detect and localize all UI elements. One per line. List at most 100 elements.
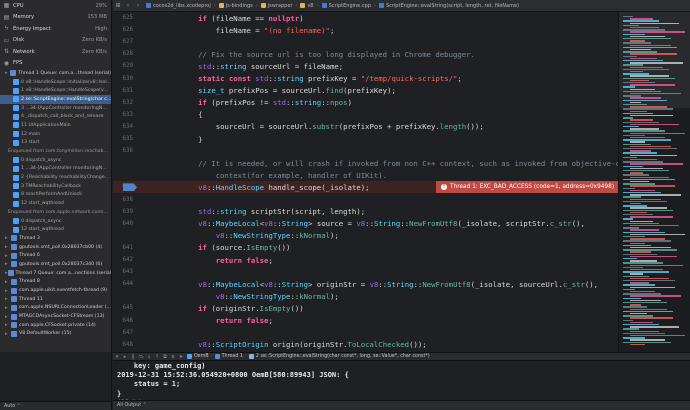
thread-item[interactable]: ▸ com.apple.uikit.eventfetch-thread (9): [0, 286, 111, 295]
queue-item[interactable]: Enqueued from com.apple.network.conn...: [0, 208, 111, 217]
thread-item[interactable]: ▸ MTAGCDAsyncSocket-CFStream (13): [0, 312, 111, 321]
stack-frame-item[interactable]: 1 v8::HandleScope::HandleScope(v...: [0, 86, 111, 95]
code-text[interactable]: v8::ScriptOrigin origin(originStr.ToLoca…: [135, 340, 618, 349]
code-text[interactable]: v8::NewStringType::kNormal);: [135, 292, 618, 301]
code-text[interactable]: fileName = "(no filename)";: [135, 26, 618, 35]
code-text[interactable]: v8::NewStringType::kNormal);: [135, 231, 618, 240]
thread-item[interactable]: ▸ com.apple.CFSocket.private (14): [0, 321, 111, 330]
code-line[interactable]: 632 if (prefixPos != std::string::npos): [113, 97, 618, 109]
gauge-fps[interactable]: ◉ FPS: [0, 58, 111, 70]
view-hierarchy-icon[interactable]: ⧉: [161, 354, 169, 360]
code-line[interactable]: 636: [113, 145, 618, 157]
stack-frame-item[interactable]: 3 TMReachabilityCallback: [0, 182, 111, 191]
code-text[interactable]: v8::MaybeLocal<v8::String> originStr = v…: [135, 280, 618, 289]
auto-filter[interactable]: Auto ⌃: [4, 404, 21, 409]
stack-frame-item[interactable]: 2 se::ScriptEngine::evalString(char c...: [0, 95, 111, 104]
code-text[interactable]: // Fix the source url is too long displa…: [135, 50, 618, 59]
stack-frame-item[interactable]: 12 main: [0, 130, 111, 139]
gauge-memory[interactable]: ▤ Memory 153 MB: [0, 12, 111, 24]
debug-breadcrumb-item[interactable]: Thread 1: [213, 354, 245, 359]
code-line[interactable]: 633 {: [113, 109, 618, 121]
step-out-icon[interactable]: ↑: [153, 354, 161, 360]
thread-item[interactable]: ▸ Thread 6: [0, 251, 111, 260]
breadcrumb-item[interactable]: ScriptEngine::evalString(script, length,…: [376, 3, 522, 9]
code-text[interactable]: context(for example, handler of UIKit).: [135, 171, 618, 180]
back-arrow-icon[interactable]: ‹: [123, 2, 133, 9]
code-text[interactable]: if (prefixPos != std::string::npos): [135, 98, 618, 107]
code-line[interactable]: 648 v8::ScriptOrigin origin(originStr.To…: [113, 339, 618, 351]
stack-frame-item[interactable]: 1 ...34-[AppController monitoringN...: [0, 165, 111, 174]
code-text[interactable]: std::string sourceUrl = fileName;: [135, 62, 618, 71]
code-text[interactable]: static const std::string prefixKey = "/t…: [135, 74, 618, 83]
code-line[interactable]: 631 size_t prefixPos = sourceUrl.find(pr…: [113, 85, 618, 97]
code-line[interactable]: 640 v8::MaybeLocal<v8::String> source = …: [113, 218, 618, 230]
code-text[interactable]: sourceUrl = sourceUrl.substr(prefixPos +…: [135, 122, 618, 131]
step-over-icon[interactable]: ⤼: [137, 354, 145, 360]
stack-frame-item[interactable]: 2 -[Reachability reachabilityChange...: [0, 173, 111, 182]
source-editor[interactable]: 625 if (fileName == nullptr) 626 fileName…: [113, 12, 618, 352]
thread-item[interactable]: ▸ Thread 11: [0, 295, 111, 304]
hide-debug-area-icon[interactable]: ▾: [113, 354, 121, 360]
thread-item[interactable]: ▸ Thread 1 Queue: com.a...thread (serial): [0, 69, 111, 78]
thread-item[interactable]: ▸ Thread 8: [0, 278, 111, 287]
thread-item[interactable]: ▸ Thread 7 Queue: com.a...nections (seria…: [0, 269, 111, 278]
code-text[interactable]: if (originStr.IsEmpty()): [135, 304, 618, 313]
code-line[interactable]: 638: [113, 194, 618, 206]
code-text[interactable]: {: [135, 110, 618, 119]
disclosure-triangle-icon[interactable]: ▸: [5, 305, 11, 311]
code-text[interactable]: }: [135, 135, 618, 144]
stack-frame-item[interactable]: 0 v8::HandleScope::Initialize(v8::Isol..…: [0, 78, 111, 87]
code-text[interactable]: // It is needed, or will crash if invoke…: [135, 159, 618, 168]
breadcrumb-item[interactable]: v8: [297, 3, 316, 9]
stack-frame-item[interactable]: 0 dispatch_async: [0, 156, 111, 165]
gauge-energy-impact[interactable]: ϟ Energy Impact High: [0, 23, 111, 35]
pause-icon[interactable]: ‖: [129, 354, 137, 360]
gauge-network[interactable]: ⇅ Network Zero KB/s: [0, 46, 111, 58]
stack-frame-item[interactable]: 12 start_wqthread: [0, 225, 111, 234]
thread-item[interactable]: ▸ com.apple.NSURLConnectionLoader (...: [0, 304, 111, 313]
forward-arrow-icon[interactable]: ›: [133, 2, 143, 9]
code-line[interactable]: 646 return false;: [113, 315, 618, 327]
breadcrumb-item[interactable]: jswrapper: [258, 3, 296, 9]
breadcrumb-item[interactable]: cocos2d_libs.xcodeproj: [143, 3, 214, 9]
code-text[interactable]: return false;: [135, 316, 618, 325]
code-text[interactable]: if (source.IsEmpty()): [135, 243, 618, 252]
output-filter-select[interactable]: All Output ⌃: [117, 403, 147, 408]
code-line[interactable]: 644 v8::MaybeLocal<v8::String> originStr…: [113, 278, 618, 290]
code-text[interactable]: return false;: [135, 256, 618, 265]
code-line[interactable]: 634 sourceUrl = sourceUrl.substr(prefixP…: [113, 121, 618, 133]
code-text[interactable]: v8::MaybeLocal<v8::String> source = v8::…: [135, 219, 618, 228]
minimap[interactable]: [618, 12, 690, 352]
thread-item[interactable]: ▸ Thread 3: [0, 234, 111, 243]
code-text[interactable]: std::string scriptStr(script, length);: [135, 207, 618, 216]
stack-frame-item[interactable]: 0 dispatch_async: [0, 217, 111, 226]
code-line[interactable]: 626 fileName = "(no filename)";: [113, 24, 618, 36]
queue-item[interactable]: Enqueued from com.tonymillion.reachab...: [0, 147, 111, 156]
debug-breadcrumb-item[interactable]: OemB: [185, 354, 211, 359]
breadcrumb-item[interactable]: ScriptEngine.cpp: [319, 3, 374, 9]
stack-frame-item[interactable]: 4 _dispatch_call_block_and_release: [0, 112, 111, 121]
code-line[interactable]: 639 std::string scriptStr(script, length…: [113, 206, 618, 218]
thread-item[interactable]: ▸ V8 DefaultWorker (15): [0, 330, 111, 339]
code-line[interactable]: v8::NewStringType::kNormal);: [113, 230, 618, 242]
debug-breadcrumb-item[interactable]: 2 se::ScriptEngine::evalString(char cons…: [247, 354, 432, 359]
code-line[interactable]: 630 static const std::string prefixKey =…: [113, 73, 618, 85]
stack-frame-item[interactable]: 11 UIApplicationMain: [0, 121, 111, 130]
code-line[interactable]: 629 std::string sourceUrl = fileName;: [113, 60, 618, 72]
stack-frame-item[interactable]: 12 start_wqthread: [0, 199, 111, 208]
code-line[interactable]: v8::NewStringType::kNormal);: [113, 290, 618, 302]
breadcrumb-item[interactable]: js-bindings: [216, 3, 256, 9]
thread-item[interactable]: ▸ gputools.smt_poll.0x28037c340 (6): [0, 260, 111, 269]
step-in-icon[interactable]: ↓: [145, 354, 153, 360]
console-output[interactable]: key: game_config) 2019-12-31 15:52:36.054…: [113, 361, 690, 410]
code-line[interactable]: 628 // Fix the source url is too long di…: [113, 48, 618, 60]
memory-graph-icon[interactable]: ⋔: [169, 354, 177, 360]
error-line[interactable]: 637 v8::HandleScope handle_scope(_isolat…: [113, 181, 618, 194]
code-text[interactable]: if (fileName == nullptr): [135, 14, 618, 23]
code-line[interactable]: 641 if (source.IsEmpty()): [113, 242, 618, 254]
gauge-cpu[interactable]: ▦ CPU 29%: [0, 0, 111, 12]
code-line[interactable]: 642 return false;: [113, 254, 618, 266]
stack-frame-item[interactable]: 8 reachPerformAndUnlock: [0, 191, 111, 200]
stack-frame-item[interactable]: 3 ...34-[AppController monitorIngN...: [0, 104, 111, 113]
error-badge[interactable]: ! Thread 1: EXC_BAD_ACCESS (code=1, addre…: [436, 181, 618, 194]
